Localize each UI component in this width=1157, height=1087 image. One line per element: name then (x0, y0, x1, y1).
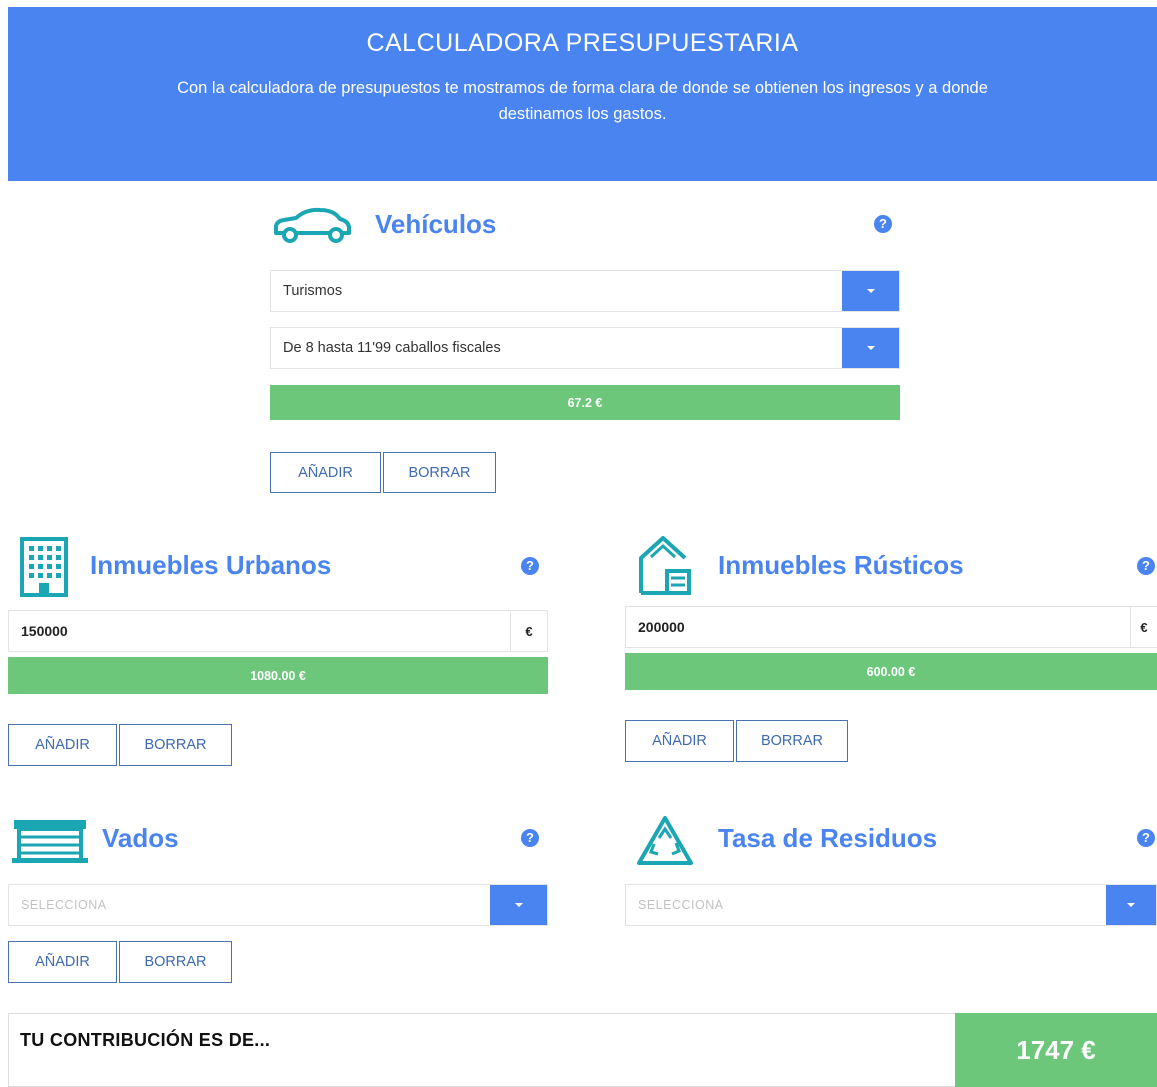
page-subtitle: Con la calculadora de presupuestos te mo… (177, 79, 988, 123)
urbanos-value-field[interactable]: 150000 € (8, 610, 548, 652)
vehiculos-result: 67.2 € (270, 385, 900, 420)
currency-addon: € (1130, 607, 1157, 647)
garage-icon (12, 818, 88, 864)
vehiculos-power-value: De 8 hasta 11'99 caballos fiscales (283, 340, 501, 356)
house-icon (637, 533, 693, 599)
total-value: 1747 € (955, 1013, 1157, 1087)
residuos-title: Tasa de Residuos (718, 823, 938, 853)
rusticos-add-button[interactable]: AÑADIR (625, 720, 734, 762)
rusticos-result: 600.00 € (625, 653, 1157, 690)
vados-select[interactable]: SELECCIONA (8, 884, 548, 926)
chevron-down-icon[interactable] (842, 271, 899, 311)
page-header: CALCULADORA PRESUPUESTARIA Con la calcul… (8, 7, 1157, 181)
car-icon (270, 205, 354, 245)
vados-help-icon[interactable]: ? (521, 829, 539, 847)
urbanos-value: 150000 (21, 623, 68, 639)
urbanos-result: 1080.00 € (8, 657, 548, 694)
vehiculos-type-select[interactable]: Turismos (270, 270, 900, 312)
residuos-help-icon[interactable]: ? (1137, 829, 1155, 847)
vehiculos-power-select[interactable]: De 8 hasta 11'99 caballos fiscales (270, 327, 900, 369)
vados-select-placeholder: SELECCIONA (21, 898, 107, 912)
urbanos-clear-button[interactable]: BORRAR (119, 724, 232, 766)
total-label: TU CONTRIBUCIÓN ES DE... (20, 1030, 271, 1050)
rusticos-clear-button[interactable]: BORRAR (736, 720, 848, 762)
vados-clear-button[interactable]: BORRAR (119, 941, 232, 983)
vehiculos-type-value: Turismos (283, 283, 343, 299)
urbanos-title: Inmuebles Urbanos (90, 550, 332, 580)
rusticos-title: Inmuebles Rústicos (718, 550, 964, 580)
vehiculos-clear-button[interactable]: BORRAR (383, 452, 496, 493)
urbanos-help-icon[interactable]: ? (521, 557, 539, 575)
vehiculos-add-button[interactable]: AÑADIR (270, 452, 381, 493)
vehiculos-help-icon[interactable]: ? (874, 215, 892, 233)
urbanos-add-button[interactable]: AÑADIR (8, 724, 117, 766)
vados-add-button[interactable]: AÑADIR (8, 941, 117, 983)
vados-title: Vados (102, 823, 179, 853)
residuos-select[interactable]: SELECCIONA (625, 884, 1157, 926)
chevron-down-icon[interactable] (842, 328, 899, 368)
page-title: CALCULADORA PRESUPUESTARIA (366, 29, 799, 57)
currency-addon: € (510, 611, 547, 651)
building-icon (19, 536, 69, 598)
chevron-down-icon[interactable] (490, 885, 547, 925)
rusticos-value-field[interactable]: 200000 € (625, 606, 1157, 648)
recycle-icon (636, 814, 694, 868)
residuos-select-placeholder: SELECCIONA (638, 898, 724, 912)
rusticos-value: 200000 (638, 619, 685, 635)
vehiculos-title: Vehículos (375, 209, 497, 239)
chevron-down-icon[interactable] (1106, 885, 1156, 925)
rusticos-help-icon[interactable]: ? (1137, 557, 1155, 575)
